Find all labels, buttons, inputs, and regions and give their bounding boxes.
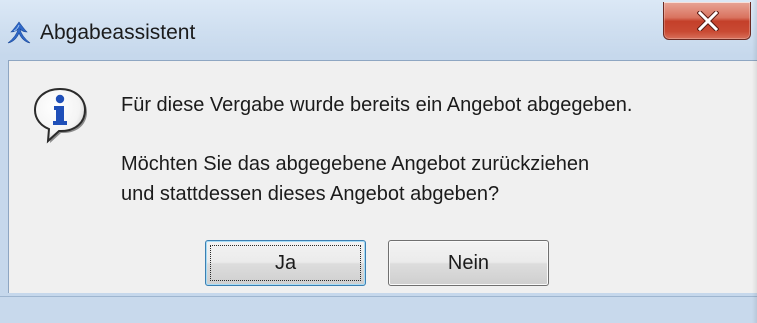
close-button[interactable] xyxy=(663,2,751,40)
app-logo-icon xyxy=(6,20,32,46)
message-line-1: Für diese Vergabe wurde bereits ein Ange… xyxy=(121,94,633,116)
window-bottom-border xyxy=(0,296,757,323)
dialog-window: Abgabeassistent Für diese Vergabe wurde … xyxy=(0,0,757,323)
message-line-2: Möchten Sie das abgegebene Angebot zurüc… xyxy=(121,153,590,175)
dialog-content: Für diese Vergabe wurde bereits ein Ange… xyxy=(8,60,757,293)
window-right-edge xyxy=(752,0,757,323)
yes-button[interactable]: Ja xyxy=(205,240,366,286)
info-icon xyxy=(31,86,89,144)
close-icon xyxy=(697,11,719,31)
no-button-label: Nein xyxy=(447,252,490,274)
message-line-3: und stattdessen dieses Angebot abgeben? xyxy=(121,183,500,205)
window-title: Abgabeassistent xyxy=(40,21,196,44)
yes-button-label: Ja xyxy=(274,252,297,274)
no-button[interactable]: Nein xyxy=(388,240,549,286)
title-bar[interactable]: Abgabeassistent xyxy=(0,0,757,60)
